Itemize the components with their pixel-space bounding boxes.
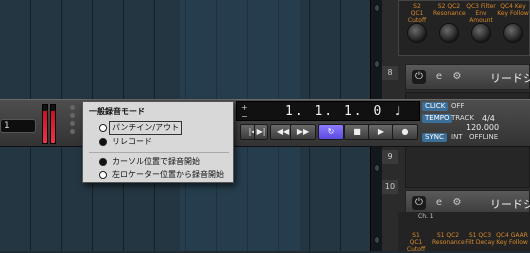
menu-header: 一般録音モード [89, 107, 145, 116]
click-tempo-sync-panel: CLICK OFF TEMPO TRACK 4/4 120.000 SYNC I… [422, 101, 500, 143]
instrument-header[interactable]: ⏻ e ⚙ リードシン [405, 64, 530, 90]
time-signature[interactable]: 4/4 [482, 114, 495, 123]
record-count-field[interactable]: 1 [0, 119, 36, 133]
knob-label: QC3 Filter Env Amount [466, 3, 496, 24]
synth-panel-bottom: Ch. 1 S1 QC1 Cutoff S1 QC2 Resonance S1 QC… [398, 212, 530, 253]
nudge-plus-minus[interactable]: + − [241, 103, 248, 121]
instrument-name: リードシン [490, 72, 530, 85]
plus-label[interactable]: + [241, 103, 248, 112]
channel-label: Ch. 1 [418, 213, 434, 220]
scroll-marker [374, 60, 380, 68]
knob-label: S2 QC2 Resonance [433, 3, 466, 17]
knob-label: S2 QC1 Cutoff [407, 3, 427, 24]
go-to-end-button[interactable]: ▶| [254, 124, 268, 140]
fast-forward-button[interactable]: ▶▶ [290, 124, 316, 140]
menu-item-record-from-left-locator[interactable]: 左ロケーター位置から録音開始 [99, 169, 229, 181]
position-value: 1. 1. 1. 0 [285, 104, 384, 119]
click-button[interactable]: CLICK [422, 102, 449, 111]
menu-separator [89, 152, 229, 153]
minus-label[interactable]: − [241, 112, 248, 121]
edit-icon[interactable]: e [432, 196, 446, 210]
knob-label: QC4 GAAR Key Follow [496, 232, 528, 246]
rack-row-number: 8 [382, 66, 398, 80]
radio-icon[interactable] [99, 124, 107, 132]
sync-source: INT [451, 133, 463, 141]
radio-icon[interactable] [99, 138, 107, 146]
radio-icon[interactable] [99, 158, 107, 166]
stop-button[interactable]: ■ [344, 124, 370, 140]
key-follow-knob[interactable] [503, 23, 523, 43]
click-state: OFF [451, 102, 465, 110]
knob-label: QC4 Key Key Follow [497, 3, 529, 17]
play-button[interactable]: ▶ [368, 124, 394, 140]
radio-icon[interactable] [99, 171, 107, 179]
resonance-knob[interactable] [439, 23, 459, 43]
note-icon: ♩ [395, 104, 401, 118]
instrument-name: リードシン [490, 198, 530, 211]
scroll-arrow-up-icon[interactable] [374, 4, 380, 12]
settings-icon[interactable]: ⚙ [450, 196, 464, 210]
level-meter-right [50, 104, 56, 144]
rack-row-number: 10 [382, 180, 398, 194]
menu-item-label: カーソル位置で録音開始 [112, 157, 200, 166]
tempo-value[interactable]: 120.000 [466, 123, 499, 132]
rack-row-number: 9 [382, 150, 398, 164]
position-display[interactable]: + − 1. 1. 1. 0 ♩ [236, 101, 420, 121]
meter-controls[interactable] [66, 102, 78, 144]
sync-button[interactable]: SYNC [422, 133, 447, 142]
cutoff-knob[interactable] [407, 23, 427, 43]
menu-item-rerecord[interactable]: リレコード [99, 136, 229, 148]
cycle-button[interactable]: ↻ [318, 124, 344, 140]
scroll-arrow-down-icon[interactable] [374, 236, 380, 244]
power-icon[interactable]: ⏻ [412, 70, 426, 84]
knob-label: S1 QC3 Filt Decay [465, 232, 495, 246]
tempo-mode: TRACK [451, 114, 474, 122]
record-mode-menu: 一般録音モード パンチイン/アウト リレコード カーソル位置で録音開始 左ロケー… [82, 101, 234, 183]
knob-label: S1 QC2 Resonance [432, 232, 465, 246]
synth-panel-top: S2 QC1 Cutoff S2 QC2 Resonance QC3 Filter E… [398, 0, 530, 56]
menu-item-punch-in-out[interactable]: パンチイン/アウト [99, 121, 229, 135]
menu-item-label: 左ロケーター位置から録音開始 [112, 170, 224, 179]
edit-icon[interactable]: e [432, 70, 446, 84]
sync-state: OFFLINE [469, 133, 499, 141]
settings-icon[interactable]: ⚙ [450, 70, 464, 84]
level-meter-left [42, 104, 48, 144]
env-amount-knob[interactable] [471, 23, 491, 43]
scroll-marker [374, 164, 380, 172]
menu-item-label: リレコード [112, 137, 152, 146]
menu-item-label: パンチイン/アウト [108, 121, 183, 135]
record-button[interactable]: ● [392, 124, 418, 140]
knob-label: S1 QC1 Cutoff [406, 232, 426, 253]
power-icon[interactable]: ⏻ [412, 196, 426, 210]
menu-item-record-from-cursor[interactable]: カーソル位置で録音開始 [99, 156, 229, 168]
